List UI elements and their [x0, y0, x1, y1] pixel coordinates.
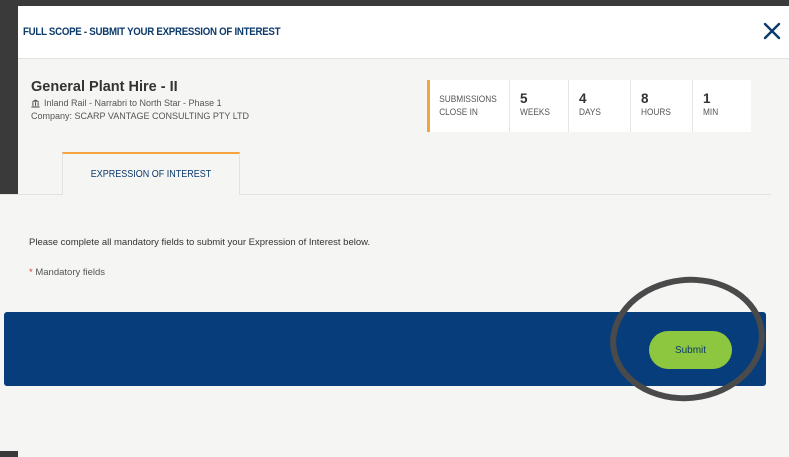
mandatory-text: Mandatory fields — [35, 267, 106, 278]
countdown-label: SUBMISSIONS CLOSE IN — [430, 80, 503, 119]
countdown-label-line1: SUBMISSIONS — [439, 94, 497, 104]
form-instructions: Please complete all mandatory fields to … — [29, 237, 371, 248]
countdown-label-line2: CLOSE IN — [439, 107, 478, 117]
close-button[interactable] — [761, 20, 783, 42]
project-location: Inland Rail - Narrabri to North Star - P… — [31, 98, 249, 108]
countdown-minutes: 1 MIN — [692, 80, 751, 132]
countdown-unit: HOURS — [641, 107, 671, 117]
modal-title: FULL SCOPE - SUBMIT YOUR EXPRESSION OF I… — [23, 26, 281, 38]
countdown-unit: MIN — [703, 107, 719, 117]
project-location-text: Inland Rail - Narrabri to North Star - P… — [44, 98, 222, 108]
project-info: General Plant Hire - II Inland Rail - Na… — [31, 79, 249, 121]
project-company: Company: SCARP VANTAGE CONSULTING PTY LT… — [31, 111, 250, 121]
countdown-hours: 8 HOURS — [630, 80, 692, 132]
submission-countdown: SUBMISSIONS CLOSE IN 5 WEEKS 4 DAYS 8 HO… — [427, 80, 751, 132]
countdown-unit: DAYS — [579, 107, 601, 117]
countdown-unit: WEEKS — [520, 107, 550, 117]
project-name: General Plant Hire - II — [31, 79, 178, 95]
countdown-weeks: 5 WEEKS — [509, 80, 568, 132]
countdown-value: 8 — [641, 91, 649, 106]
mandatory-asterisk: * — [29, 267, 33, 278]
modal-header: FULL SCOPE - SUBMIT YOUR EXPRESSION OF I… — [18, 6, 789, 59]
tab-expression-of-interest[interactable]: EXPRESSION OF INTEREST — [62, 152, 240, 195]
countdown-days: 4 DAYS — [568, 80, 630, 132]
tab-label: EXPRESSION OF INTEREST — [90, 169, 212, 180]
bank-icon — [31, 98, 40, 108]
countdown-value: 4 — [579, 91, 587, 106]
countdown-value: 1 — [703, 91, 711, 106]
submit-button[interactable]: Submit — [649, 331, 732, 369]
close-icon — [763, 22, 781, 40]
countdown-value: 5 — [520, 91, 528, 106]
mandatory-fields-note: * Mandatory fields — [29, 267, 105, 278]
